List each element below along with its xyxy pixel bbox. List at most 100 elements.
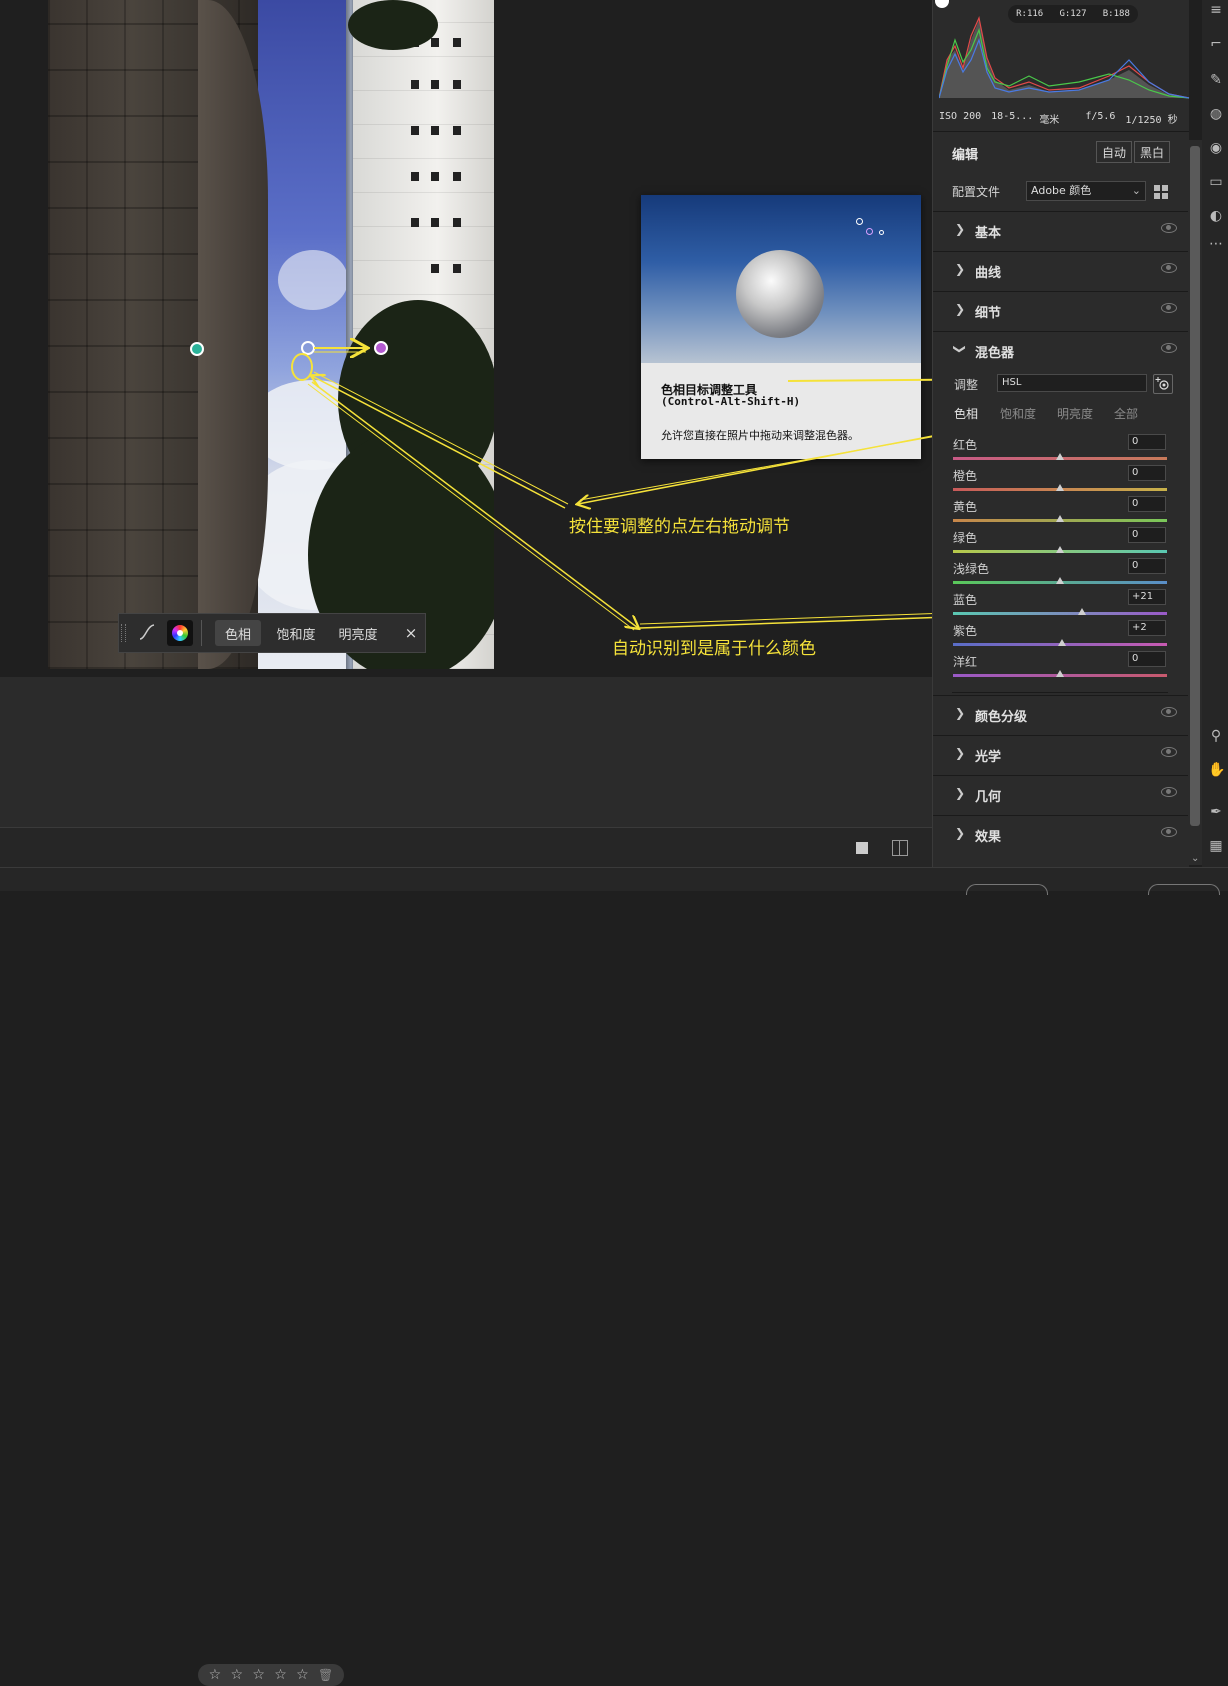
mixer-row-value[interactable]: +21 bbox=[1128, 589, 1166, 605]
mixer-row-value[interactable]: 0 bbox=[1128, 434, 1166, 450]
section-label: 细节 bbox=[975, 306, 1002, 321]
star-icon[interactable]: ☆ bbox=[209, 1667, 222, 1683]
panel-scrollbar[interactable]: ⌄ bbox=[1188, 140, 1202, 865]
adjust-value: HSL bbox=[1002, 377, 1022, 388]
star-icon[interactable]: ☆ bbox=[231, 1667, 244, 1683]
mixer-row-thumb[interactable] bbox=[1056, 484, 1064, 491]
edit-header: 编辑 自动 黑白 bbox=[933, 131, 1189, 172]
mixer-adjust-row: 调整 HSL bbox=[933, 370, 1189, 400]
section-detail[interactable]: ❯ 细节 bbox=[933, 291, 1189, 330]
zoom-icon[interactable]: ⚲ bbox=[1208, 728, 1224, 744]
section-basic[interactable]: ❯ 基本 bbox=[933, 211, 1189, 250]
chevron-right-icon: ❯ bbox=[955, 302, 966, 316]
red-eye-icon[interactable]: ◉ bbox=[1208, 140, 1224, 156]
mixer-tab-all[interactable]: 全部 bbox=[1114, 405, 1138, 422]
eye-icon[interactable] bbox=[1161, 707, 1177, 717]
profile-label: 配置文件 bbox=[952, 185, 1001, 199]
eye-icon[interactable] bbox=[1161, 223, 1177, 233]
star-rating[interactable]: ☆ ☆ ☆ ☆ ☆ 🗑 bbox=[198, 1664, 344, 1686]
mixer-row-label: 浅绿色 bbox=[953, 562, 990, 576]
chevron-down-icon: ❯ bbox=[953, 343, 968, 355]
trash-icon[interactable]: 🗑 bbox=[318, 1668, 333, 1682]
section-color-grading[interactable]: ❯ 颜色分级 bbox=[933, 695, 1189, 734]
eye-icon[interactable] bbox=[1161, 787, 1177, 797]
hand-icon[interactable]: ✋ bbox=[1208, 762, 1225, 778]
exif-aperture: f/5.6 bbox=[1085, 111, 1116, 122]
scroll-down-icon[interactable]: ⌄ bbox=[1191, 853, 1199, 864]
adjust-select[interactable]: HSL bbox=[997, 374, 1147, 392]
chevron-right-icon: ❯ bbox=[955, 262, 966, 276]
mixer-row-value[interactable]: 0 bbox=[1128, 465, 1166, 481]
histogram-graph bbox=[939, 16, 1190, 99]
mixer-row-value[interactable]: 0 bbox=[1128, 527, 1166, 543]
mixer-row-label: 橙色 bbox=[953, 469, 978, 483]
grid-icon[interactable]: ▦ bbox=[1208, 838, 1224, 854]
section-optics[interactable]: ❯ 光学 bbox=[933, 735, 1189, 774]
section-mixer[interactable]: ❯ 混色器 bbox=[933, 331, 1189, 370]
profile-row: 配置文件 Adobe 颜色 ⌄ bbox=[933, 172, 1189, 210]
eye-icon[interactable] bbox=[1161, 263, 1177, 273]
mixer-tab-hue[interactable]: 色相 bbox=[954, 405, 978, 422]
filmstrip-area bbox=[0, 677, 932, 827]
mixer-row: 绿色 0 bbox=[932, 527, 1188, 560]
targeted-adjustment-tool-icon[interactable] bbox=[1153, 374, 1173, 394]
section-label: 效果 bbox=[975, 830, 1002, 845]
star-icon[interactable]: ☆ bbox=[274, 1667, 287, 1683]
mask-icon[interactable]: ◍ bbox=[1208, 106, 1224, 122]
scrollbar-thumb[interactable] bbox=[1190, 146, 1200, 826]
section-curve[interactable]: ❯ 曲线 bbox=[933, 251, 1189, 290]
mixer-row-value[interactable]: 0 bbox=[1128, 558, 1166, 574]
profile-browser-icon[interactable] bbox=[1154, 184, 1168, 199]
mixer-row-label: 洋红 bbox=[953, 655, 978, 669]
bw-button[interactable]: 黑白 bbox=[1134, 141, 1170, 163]
section-label: 几何 bbox=[975, 790, 1002, 805]
mixer-row-label: 绿色 bbox=[953, 531, 978, 545]
mixer-tab-saturation[interactable]: 饱和度 bbox=[1000, 405, 1036, 422]
crop-icon[interactable]: ⌐ bbox=[1208, 36, 1224, 52]
mixer-row-thumb[interactable] bbox=[1078, 608, 1087, 615]
sampler-icon[interactable]: ✒ bbox=[1208, 804, 1224, 820]
exif-iso: ISO 200 bbox=[939, 111, 982, 122]
adjust-label: 调整 bbox=[954, 378, 979, 392]
section-label: 颜色分级 bbox=[975, 710, 1028, 725]
more-icon[interactable]: ⋯ bbox=[1208, 236, 1224, 252]
mixer-row-thumb[interactable] bbox=[1056, 453, 1064, 460]
eye-icon[interactable] bbox=[1161, 827, 1177, 837]
mixer-row-thumb[interactable] bbox=[1056, 515, 1064, 522]
profile-select[interactable]: Adobe 颜色 ⌄ bbox=[1026, 181, 1146, 201]
mixer-row-label: 蓝色 bbox=[953, 593, 978, 607]
clipping-indicator-icon[interactable] bbox=[935, 0, 949, 8]
tool-strip: ≡ ⌐ ✎ ◍ ◉ ▭ ◐ ⋯ ⚲ ✋ ✒ ▦ bbox=[1202, 0, 1228, 867]
section-label: 基本 bbox=[975, 226, 1002, 241]
mixer-row-value[interactable]: 0 bbox=[1128, 496, 1166, 512]
mixer-row: 蓝色 +21 bbox=[932, 589, 1188, 622]
section-effects[interactable]: ❯ 效果 bbox=[933, 815, 1189, 854]
chevron-right-icon: ❯ bbox=[955, 746, 966, 760]
edit-title: 编辑 bbox=[952, 148, 979, 163]
mixer-row-thumb[interactable] bbox=[1058, 639, 1067, 646]
snapshot-icon[interactable]: ▭ bbox=[1208, 174, 1224, 190]
mixer-row-thumb[interactable] bbox=[1056, 577, 1064, 584]
histogram: R:116 G:127 B:188 ISO 200 18-5... 毫米 f/5… bbox=[933, 0, 1190, 130]
mixer-row-thumb[interactable] bbox=[1056, 670, 1064, 677]
star-icon[interactable]: ☆ bbox=[252, 1667, 265, 1683]
mixer-row-thumb[interactable] bbox=[1056, 546, 1064, 553]
view-single-icon[interactable] bbox=[856, 842, 868, 854]
auto-button[interactable]: 自动 bbox=[1096, 141, 1132, 163]
compare-view-icon[interactable] bbox=[892, 840, 908, 856]
presets-icon[interactable]: ◐ bbox=[1208, 208, 1224, 224]
star-icon[interactable]: ☆ bbox=[296, 1667, 309, 1683]
bottom-bar: ☆ ☆ ☆ ☆ ☆ 🗑 bbox=[0, 827, 932, 1686]
mixer-row: 洋红 0 bbox=[932, 651, 1188, 684]
section-geometry[interactable]: ❯ 几何 bbox=[933, 775, 1189, 814]
eye-icon[interactable] bbox=[1161, 303, 1177, 313]
mixer-row-value[interactable]: +2 bbox=[1128, 620, 1166, 636]
healing-icon[interactable]: ✎ bbox=[1208, 72, 1224, 88]
exif-unit: 毫米 bbox=[1039, 115, 1060, 126]
mixer-row-value[interactable]: 0 bbox=[1128, 651, 1166, 667]
eye-icon[interactable] bbox=[1161, 747, 1177, 757]
mixer-tab-luminance[interactable]: 明亮度 bbox=[1057, 405, 1093, 422]
edit-sliders-icon[interactable]: ≡ bbox=[1208, 2, 1224, 18]
eye-icon[interactable] bbox=[1161, 343, 1177, 353]
mixer-row-track[interactable] bbox=[953, 612, 1167, 615]
